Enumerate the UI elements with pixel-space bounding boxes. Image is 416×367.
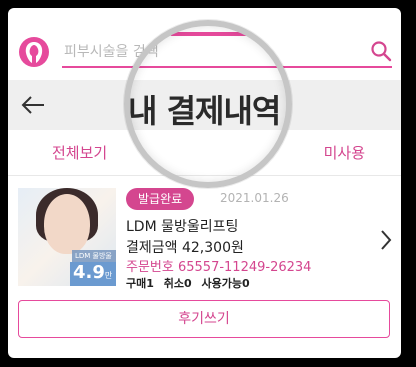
tab-all[interactable]: 전체보기 [52, 142, 107, 163]
app-screen: 피부시술을 검색 내 결제내역 전체보기 미사용 LDM 물방울리프 [8, 8, 401, 358]
page-header: 내 결제내역 [8, 80, 401, 130]
payment-amount: 결제금액 42,300원 [126, 237, 244, 257]
payment-amount-label: 결제금액 [126, 240, 178, 256]
thumbnail-price-value: 4.9 [73, 262, 105, 283]
chevron-right-icon[interactable] [379, 228, 393, 252]
cancel-count: 취소0 [163, 277, 192, 290]
order-card: LDM 물방울리프팅 4.9만원 발급완료 2021.01.26 LDM 물방울… [8, 176, 401, 356]
search-icon[interactable] [370, 40, 392, 62]
thumbnail-face [44, 194, 90, 254]
search-bar: 피부시술을 검색 [8, 8, 401, 88]
back-arrow-icon[interactable] [20, 94, 46, 116]
tab-bar: 전체보기 미사용 [8, 130, 401, 176]
order-number: 주문번호 65557-11249-26234 [126, 256, 311, 275]
search-placeholder: 피부시술을 검색 [64, 44, 159, 60]
magnifier-accent [170, 32, 248, 36]
thumbnail-price: 4.9만원 [70, 262, 116, 286]
payment-amount-value: 42,300원 [181, 240, 244, 256]
product-thumbnail[interactable]: LDM 물방울리프팅 4.9만원 [18, 188, 116, 286]
usable-count: 사용가능0 [201, 277, 250, 290]
tab-unused[interactable]: 미사용 [324, 142, 365, 163]
status-badge: 발급완료 [126, 188, 195, 210]
logo-icon [18, 36, 50, 68]
search-input[interactable]: 피부시술을 검색 [62, 34, 392, 68]
product-name[interactable]: LDM 물방울리프팅 [126, 216, 238, 236]
order-number-label: 주문번호 [126, 260, 174, 275]
write-review-button[interactable]: 후기쓰기 [18, 300, 390, 338]
page-title: 내 결제내역 [128, 92, 281, 130]
usage-counts: 구매1 취소0 사용가능0 [126, 275, 256, 291]
order-date: 2021.01.26 [220, 191, 289, 205]
order-number-value: 65557-11249-26234 [177, 260, 312, 275]
purchase-count: 구매1 [126, 277, 154, 290]
